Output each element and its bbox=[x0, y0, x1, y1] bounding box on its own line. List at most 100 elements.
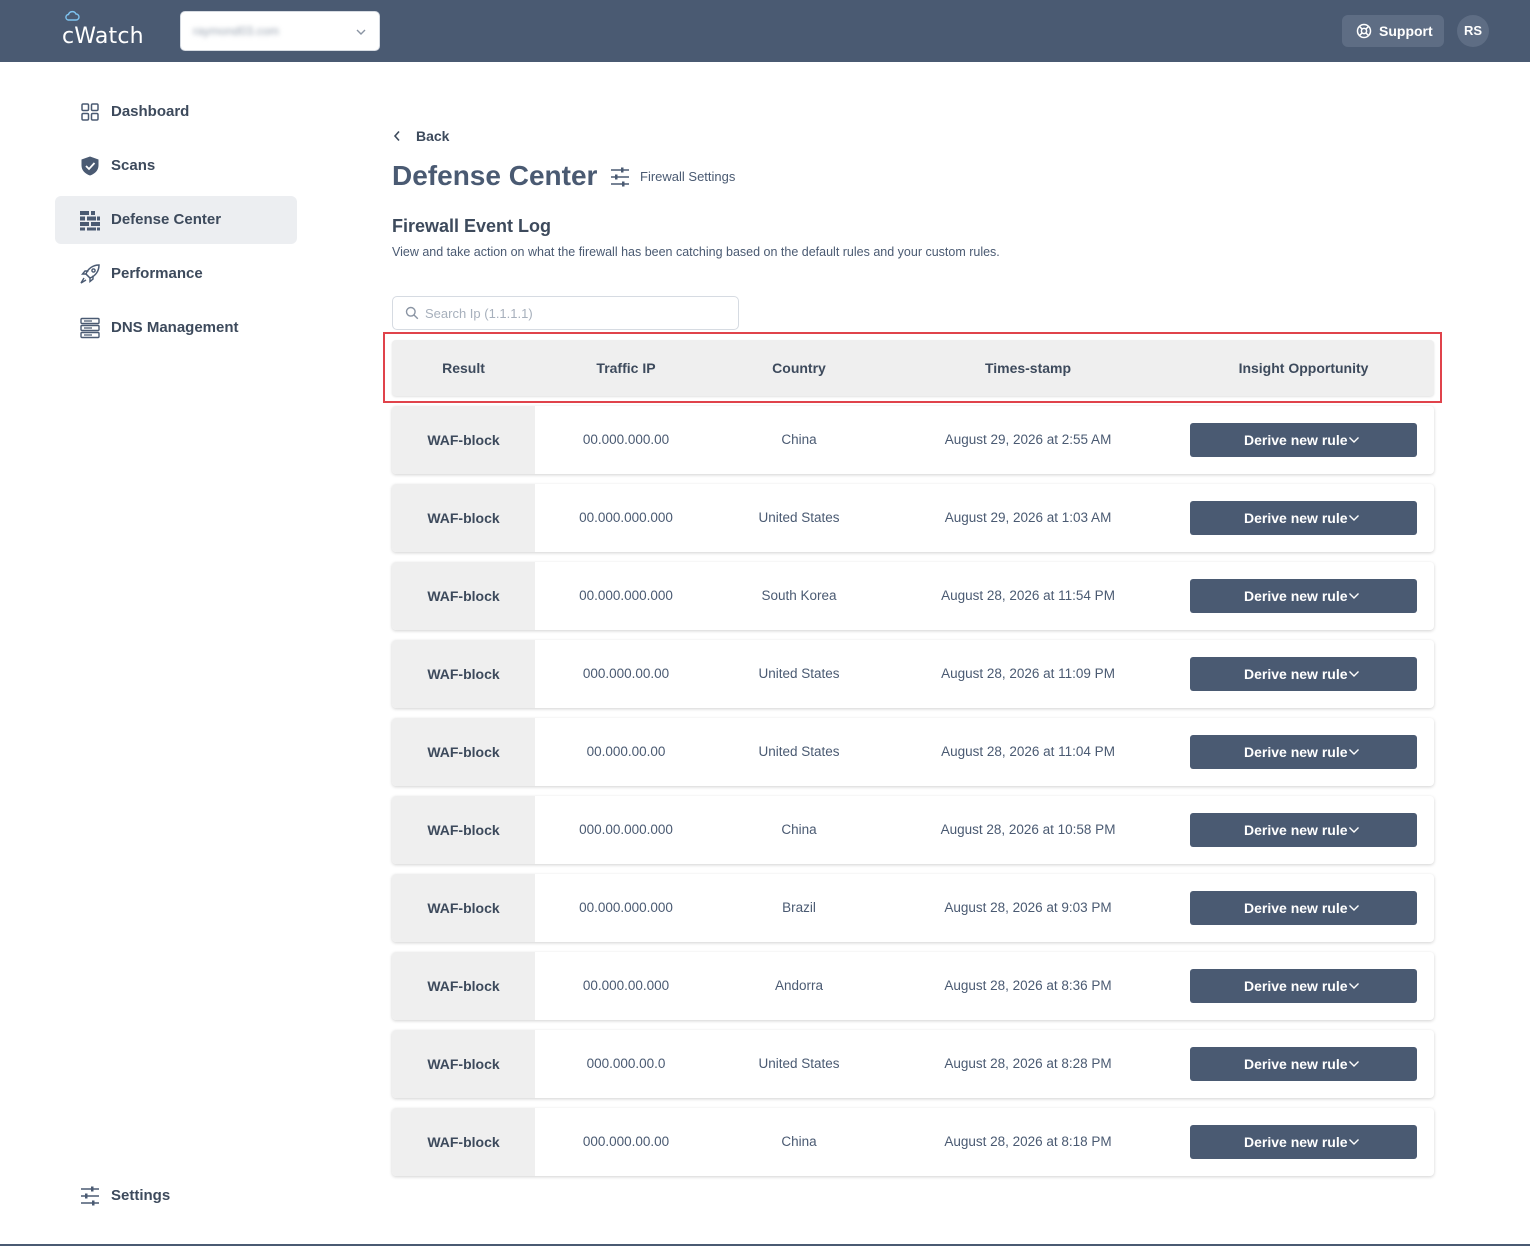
user-avatar[interactable]: RS bbox=[1457, 15, 1489, 47]
timestamp-cell: August 28, 2026 at 11:09 PM bbox=[941, 666, 1115, 681]
derive-new-rule-button[interactable]: Derive new rule bbox=[1190, 1047, 1417, 1081]
timestamp-cell: August 28, 2026 at 10:58 PM bbox=[940, 822, 1116, 837]
sidebar-item-scans[interactable]: Scans bbox=[55, 142, 297, 190]
timestamp-cell: August 28, 2026 at 8:18 PM bbox=[944, 1134, 1112, 1149]
settings-sliders-icon bbox=[81, 1186, 99, 1206]
sidebar-item-dashboard[interactable]: Dashboard bbox=[55, 88, 297, 136]
sidebar-item-label: Scans bbox=[111, 157, 156, 174]
settings-sliders-icon bbox=[611, 167, 629, 187]
table-row: WAF-block 000.000.00.0 United States Aug… bbox=[392, 1030, 1434, 1098]
firewall-settings-label: Firewall Settings bbox=[640, 169, 736, 184]
timestamp-cell: August 28, 2026 at 8:28 PM bbox=[944, 1056, 1112, 1071]
derive-new-rule-button[interactable]: Derive new rule bbox=[1190, 891, 1417, 925]
sidebar-item-dns-management[interactable]: DNS Management bbox=[55, 304, 297, 352]
chevron-down-icon bbox=[1349, 827, 1359, 833]
column-header-result[interactable]: Result bbox=[392, 360, 535, 376]
derive-new-rule-button[interactable]: Derive new rule bbox=[1190, 969, 1417, 1003]
chevron-down-icon bbox=[1349, 593, 1359, 599]
lifebuoy-icon bbox=[1356, 23, 1372, 39]
timestamp-cell: August 28, 2026 at 11:04 PM bbox=[941, 744, 1115, 759]
derive-new-rule-label: Derive new rule bbox=[1244, 822, 1348, 838]
support-button[interactable]: Support bbox=[1342, 15, 1444, 47]
result-cell: WAF-block bbox=[392, 1108, 535, 1176]
derive-new-rule-button[interactable]: Derive new rule bbox=[1190, 423, 1417, 457]
traffic-ip-cell: 000.000.00.00 bbox=[582, 666, 670, 681]
country-cell: United States bbox=[758, 744, 840, 759]
country-cell: China bbox=[781, 432, 817, 447]
sidebar-item-performance[interactable]: Performance bbox=[55, 250, 297, 298]
derive-new-rule-button[interactable]: Derive new rule bbox=[1190, 579, 1417, 613]
traffic-ip-cell: 000.000.00.0 bbox=[586, 1056, 666, 1071]
timestamp-cell: August 28, 2026 at 11:54 PM bbox=[941, 588, 1115, 603]
country-cell: Brazil bbox=[782, 900, 816, 915]
page-title: Defense Center bbox=[392, 160, 598, 191]
table-row: WAF-block 00.000.000.000 Brazil August 2… bbox=[392, 874, 1434, 942]
section-description: View and take action on what the firewal… bbox=[392, 245, 1000, 259]
cloud-icon bbox=[65, 10, 80, 21]
timestamp-cell: August 29, 2026 at 2:55 AM bbox=[944, 432, 1112, 447]
timestamp-cell: August 29, 2026 at 1:03 AM bbox=[944, 510, 1112, 525]
derive-new-rule-button[interactable]: Derive new rule bbox=[1190, 1125, 1417, 1159]
derive-new-rule-button[interactable]: Derive new rule bbox=[1190, 657, 1417, 691]
sidebar-item-defense-center[interactable]: Defense Center bbox=[55, 196, 297, 244]
sidebar-item-label: DNS Management bbox=[111, 319, 239, 336]
column-header-insight-opportunity[interactable]: Insight Opportunity bbox=[1190, 360, 1417, 376]
back-label: Back bbox=[416, 128, 450, 144]
derive-new-rule-label: Derive new rule bbox=[1244, 666, 1348, 682]
derive-new-rule-label: Derive new rule bbox=[1244, 978, 1348, 994]
table-row: WAF-block 00.000.000.000 United States A… bbox=[392, 484, 1434, 552]
table-row: WAF-block 000.00.000.000 China August 28… bbox=[392, 796, 1434, 864]
derive-new-rule-button[interactable]: Derive new rule bbox=[1190, 501, 1417, 535]
dashboard-icon bbox=[81, 103, 99, 121]
country-cell: United States bbox=[758, 510, 840, 525]
sidebar-item-settings[interactable]: Settings bbox=[55, 1172, 297, 1220]
result-cell: WAF-block bbox=[392, 874, 535, 942]
column-header-traffic-ip[interactable]: Traffic IP bbox=[535, 360, 717, 376]
result-cell: WAF-block bbox=[392, 406, 535, 474]
sidebar-item-label: Dashboard bbox=[111, 103, 190, 120]
domain-select[interactable]: raymond03.com bbox=[180, 11, 380, 51]
logo-text: cWatch bbox=[62, 24, 144, 49]
derive-new-rule-label: Derive new rule bbox=[1244, 1134, 1348, 1150]
table-row: WAF-block 00.000.00.000 Andorra August 2… bbox=[392, 952, 1434, 1020]
derive-new-rule-button[interactable]: Derive new rule bbox=[1190, 735, 1417, 769]
column-header-country[interactable]: Country bbox=[717, 360, 881, 376]
result-cell: WAF-block bbox=[392, 1030, 535, 1098]
derive-new-rule-button[interactable]: Derive new rule bbox=[1190, 813, 1417, 847]
shield-icon bbox=[81, 156, 99, 176]
table-header: Result Traffic IP Country Times-stamp In… bbox=[392, 340, 1434, 396]
result-cell: WAF-block bbox=[392, 952, 535, 1020]
derive-new-rule-label: Derive new rule bbox=[1244, 432, 1348, 448]
server-icon bbox=[80, 317, 100, 339]
domain-value: raymond03.com bbox=[193, 24, 280, 38]
rocket-icon bbox=[80, 264, 100, 284]
cwatch-logo[interactable]: cWatch bbox=[62, 10, 144, 52]
result-cell: WAF-block bbox=[392, 796, 535, 864]
timestamp-cell: August 28, 2026 at 8:36 PM bbox=[944, 978, 1112, 993]
table-row: WAF-block 000.000.00.00 China August 28,… bbox=[392, 1108, 1434, 1176]
country-cell: South Korea bbox=[761, 588, 837, 603]
sidebar-item-label: Settings bbox=[111, 1187, 171, 1204]
chevron-down-icon bbox=[1349, 749, 1359, 755]
chevron-down-icon bbox=[1349, 1061, 1359, 1067]
top-bar: cWatch raymond03.com Support RS bbox=[0, 0, 1530, 62]
traffic-ip-cell: 00.000.000.000 bbox=[579, 900, 673, 915]
table-row: WAF-block 00.000.000.000 South Korea Aug… bbox=[392, 562, 1434, 630]
column-header-timestamp[interactable]: Times-stamp bbox=[881, 360, 1175, 376]
derive-new-rule-label: Derive new rule bbox=[1244, 744, 1348, 760]
search-input[interactable] bbox=[425, 303, 725, 323]
result-cell: WAF-block bbox=[392, 640, 535, 708]
sidebar-item-label: Defense Center bbox=[111, 211, 222, 228]
traffic-ip-cell: 00.000.000.00 bbox=[582, 432, 670, 447]
table-row: WAF-block 00.000.000.00 China August 29,… bbox=[392, 406, 1434, 474]
sidebar-item-label: Performance bbox=[111, 265, 203, 282]
country-cell: United States bbox=[758, 1056, 840, 1071]
traffic-ip-cell: 00.000.000.000 bbox=[579, 588, 673, 603]
table-row: WAF-block 000.000.00.00 United States Au… bbox=[392, 640, 1434, 708]
search-icon bbox=[405, 306, 419, 320]
support-label: Support bbox=[1379, 23, 1433, 39]
derive-new-rule-label: Derive new rule bbox=[1244, 510, 1348, 526]
traffic-ip-cell: 000.00.000.000 bbox=[579, 822, 673, 837]
chevron-down-icon bbox=[356, 29, 366, 35]
country-cell: Andorra bbox=[774, 978, 824, 993]
